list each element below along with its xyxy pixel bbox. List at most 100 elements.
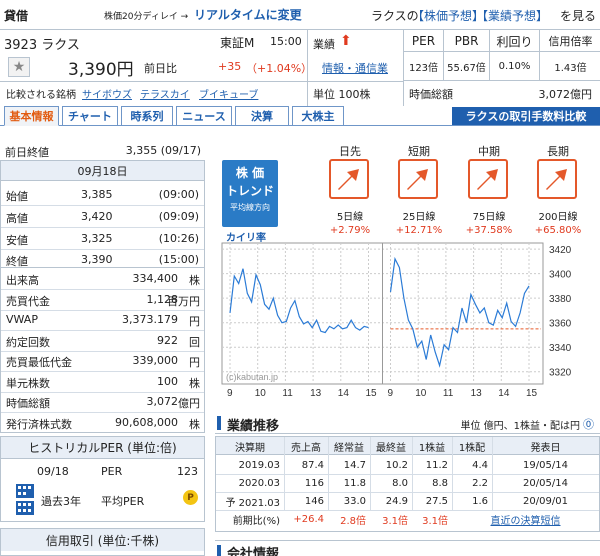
section-marker (217, 545, 221, 556)
tab-earnings[interactable]: 決算 (235, 106, 289, 126)
stat-unit: 円 (189, 315, 200, 328)
quote-time: 15:00 (270, 35, 302, 48)
earnings-forecast-link[interactable]: 【業績予想】 (476, 7, 548, 24)
current-price: 3,390円 (68, 60, 134, 80)
row-divider (1, 371, 204, 372)
trend-up-arrow-icon[interactable] (537, 159, 577, 199)
col-divider (370, 437, 371, 510)
chart-x-tick-label: 10 (255, 388, 267, 399)
col-divider (492, 437, 493, 510)
compare-link-2[interactable]: テラスカイ (140, 86, 190, 101)
trend-period: 長期 (547, 145, 569, 158)
row-divider (1, 227, 204, 228)
earnings-cell: 11.8 (343, 477, 366, 489)
compare-link-3[interactable]: ブイキューブ (199, 86, 258, 101)
tab-timeseries[interactable]: 時系列 (121, 106, 173, 126)
yoy-label: 前期比(%) (232, 515, 280, 527)
earnings-cell: 146 (304, 495, 324, 507)
stat-unit: 百万円 (167, 294, 200, 308)
earnings-table: 決算期 売上高 経常益 最終益 1株益 1株配 発表日 2019.03 87.4 14.7 10.2… (215, 436, 600, 532)
industry-label: 業績 (313, 38, 335, 51)
favorite-star-icon[interactable]: ★ (8, 57, 30, 77)
trend-up-arrow-icon[interactable] (329, 159, 369, 199)
chart-y-tick-label: 3360 (549, 319, 572, 330)
stat-value: 90,608,000 (115, 415, 178, 429)
earnings-col-header: 売上高 (291, 442, 321, 454)
company-info-header: 会社情報 (215, 540, 600, 556)
earnings-cell: 2020.03 (238, 477, 280, 489)
header-yield: 利回り (489, 30, 539, 52)
earnings-cell: 1.6 (472, 495, 488, 507)
tab-basic-info[interactable]: 基本情報 (4, 106, 59, 126)
earnings-header: 業績推移 単位 億円、1株益・配は円 ⓪ (215, 412, 600, 434)
earnings-title: 業績推移 (227, 419, 280, 434)
chart-y-tick-label: 3400 (549, 270, 572, 281)
stat-label: 出来高 (6, 274, 39, 287)
chart-x-tick-label: 9 (227, 388, 233, 399)
header-margin-ratio: 信用倍率 (539, 30, 600, 52)
high-time: (09:09) (158, 210, 199, 223)
realtime-link[interactable]: リアルタイムに変更 (194, 6, 302, 23)
tab-chart[interactable]: チャート (62, 106, 118, 126)
stat-label: 約定回数 (6, 335, 50, 349)
stock-forecast-link[interactable]: 【株価予想】 (412, 7, 484, 24)
trend-up-arrow-icon[interactable] (398, 159, 438, 199)
chart-x-tick-label: 14 (338, 388, 350, 399)
header-pbr: PBR (443, 30, 489, 52)
help-icon[interactable]: ⓪ (583, 416, 594, 432)
industry-link[interactable]: 情報・通信業 (322, 60, 388, 76)
day-date: 09月18日 (1, 161, 204, 181)
row-divider (1, 309, 204, 311)
intraday-chart-svg: 3420 3400 3380 3360 3340 3320 9 10 11 13 14 15 9 10 11… (221, 242, 572, 399)
low-label: 安値 (6, 234, 28, 247)
earnings-col-header: 1株配 (458, 442, 486, 454)
stat-unit: 株 (189, 376, 200, 390)
value-margin-ratio: 1.43倍 (539, 52, 600, 81)
earnings-cell: 27.5 (425, 495, 448, 507)
earnings-cell: 2019.03 (238, 459, 280, 471)
value-yield: 0.10% (489, 52, 539, 81)
col-divider (284, 437, 285, 510)
close-value: 3,390 (81, 253, 113, 266)
latest-tanshin-link[interactable]: 直近の決算短信 (452, 510, 599, 528)
prev-close-label: 前日終値 (5, 146, 49, 159)
per-p-badge[interactable]: P (183, 490, 198, 505)
trend-kairi-value: +37.58% (465, 225, 513, 236)
open-label: 始値 (6, 190, 28, 203)
stat-label: 単元株数 (6, 376, 50, 390)
col-divider (452, 437, 453, 510)
commission-compare-banner[interactable]: ラクスの取引手数料比較 (452, 107, 600, 125)
historical-per-title: ヒストリカルPER (単位:倍) (1, 437, 204, 459)
market-name: 東証M (220, 36, 255, 50)
compare-link-1[interactable]: サイボウズ (82, 86, 132, 101)
indicators-header-row: PER PBR 利回り 信用倍率 (404, 30, 600, 52)
price-change: +35 (218, 60, 242, 73)
yoy-value: 3.1倍 (382, 515, 408, 527)
chart-x-tick-label: 10 (415, 388, 427, 399)
tab-news[interactable]: ニュース (176, 106, 232, 126)
trend-ma-label: 25日線 (402, 212, 436, 223)
chart-x-tick-label: 9 (388, 388, 394, 399)
up-arrow-icon: ⬆ (340, 33, 352, 49)
prev-diff-label: 前日比 (144, 62, 177, 75)
earnings-cell: 33.0 (343, 495, 366, 507)
earnings-cell: 20/09/01 (523, 495, 568, 507)
stat-label: 時価総額 (6, 397, 50, 410)
earnings-col-header: 発表日 (530, 442, 561, 454)
earnings-cell: 19/05/14 (523, 459, 568, 471)
trend-badge-line1: 株 価 (235, 166, 265, 180)
indicators-value-row: 123倍 55.67倍 0.10% 1.43倍 (404, 52, 600, 81)
per-date: 09/18 (37, 465, 69, 478)
earnings-unit: 単位 億円、1株益・配は円 (460, 421, 580, 432)
tab-major-shareholders[interactable]: 大株主 (292, 106, 344, 126)
trend-badge: 株 価 トレンド 平均線方向 カイリ率 (222, 160, 278, 244)
open-time: (09:00) (158, 188, 199, 201)
row-divider (1, 330, 204, 331)
trend-kairi-value: +2.79% (329, 225, 371, 236)
trend-up-arrow-icon[interactable] (468, 159, 508, 199)
earnings-col-header: 最終益 (376, 442, 406, 454)
stat-label: 売買代金 (6, 294, 50, 308)
chart-y-tick-label: 3320 (549, 368, 572, 379)
row-divider (1, 205, 204, 206)
trend-period: 中期 (478, 145, 500, 158)
